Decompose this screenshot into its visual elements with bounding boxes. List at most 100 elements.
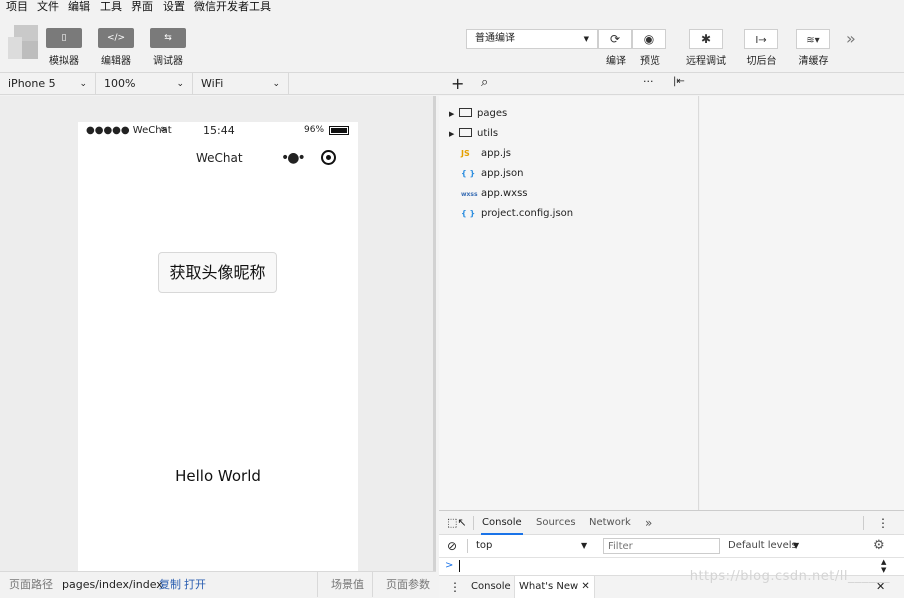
expand-arrow-icon[interactable]: ▶	[449, 125, 459, 143]
more-tabs-icon[interactable]: »	[645, 511, 652, 535]
menu-item-file[interactable]: 文件	[37, 0, 59, 14]
background-label: 切后台	[746, 56, 777, 67]
more-icon[interactable]: ···	[643, 75, 654, 88]
refresh-icon: ⟳	[609, 32, 621, 46]
divider	[467, 539, 468, 553]
simulator-toggle-button[interactable]: ▯	[46, 28, 82, 48]
caret-down-icon[interactable]: ▼	[581, 535, 587, 557]
device-select[interactable]: iPhone 5 ⌄	[0, 73, 96, 95]
network-select[interactable]: WiFi ⌄	[193, 73, 289, 95]
remote-debug-button[interactable]: ✱	[689, 29, 723, 49]
main-toolbar: ▯ 模拟器 </> 编辑器 ⇆ 调试器 普通编译 ▼ ⟳ ◉ 编译 预览 ✱ 远…	[0, 15, 904, 73]
page-path-value: pages/index/index	[62, 578, 163, 591]
close-icon[interactable]: ✕	[581, 581, 589, 592]
file-tree-item[interactable]: JS app.js	[461, 145, 511, 163]
devtools-panel: ⬚↖ Console Sources Network » ⋮ ⊘ top ▼ D…	[439, 510, 904, 598]
background-button[interactable]: I→	[744, 29, 778, 49]
file-name: utils	[477, 128, 499, 139]
add-file-icon[interactable]: +	[451, 74, 464, 93]
drawer-tab-whats-new[interactable]: What's New ✕	[514, 576, 595, 598]
menu-item-interface[interactable]: 界面	[131, 0, 153, 14]
open-path-link[interactable]: 打开	[184, 572, 206, 597]
simulator-panel: ●●●●● WeChat ≋ 15:44 96% WeChat •●• 获取头像…	[0, 96, 436, 572]
file-name: project.config.json	[481, 208, 574, 219]
json-file-icon: { }	[461, 169, 476, 178]
copy-path-link[interactable]: 复制	[159, 572, 181, 597]
editor-toggle-button[interactable]: </>	[98, 28, 134, 48]
debugger-toggle-button[interactable]: ⇆	[150, 28, 186, 48]
menu-item-edit[interactable]: 编辑	[68, 0, 90, 14]
compile-mode-select[interactable]: 普通编译 ▼	[466, 29, 598, 49]
phone-screen: ●●●●● WeChat ≋ 15:44 96% WeChat •●• 获取头像…	[78, 122, 358, 572]
text-cursor	[459, 560, 460, 572]
page-path-label: 页面路径	[9, 578, 53, 591]
menu-item-project[interactable]: 项目	[6, 0, 28, 14]
phone-icon: ▯	[61, 33, 67, 43]
console-prompt-icon: >	[445, 560, 454, 571]
file-name: app.wxss	[481, 188, 528, 199]
divider	[863, 516, 864, 530]
folder-icon	[459, 128, 472, 137]
compile-button[interactable]: ⟳	[598, 29, 632, 49]
background-icon: I→	[755, 35, 767, 46]
context-select[interactable]: top	[476, 535, 492, 557]
file-tree-item[interactable]: { } app.json	[461, 165, 523, 183]
network-value: WiFi	[201, 77, 224, 90]
drawer-tab-label: What's New	[519, 581, 579, 592]
tab-network[interactable]: Network	[589, 511, 631, 535]
console-filter-input[interactable]	[603, 538, 720, 554]
get-avatar-nickname-button[interactable]: 获取头像昵称	[158, 252, 277, 293]
tab-console[interactable]: Console	[481, 511, 523, 535]
clear-cache-label: 清缓存	[798, 56, 829, 67]
collapse-panel-icon[interactable]: |⇤	[673, 76, 685, 87]
divider	[473, 516, 474, 530]
menu-item-tools[interactable]: 工具	[100, 0, 122, 14]
avatar[interactable]	[8, 25, 40, 61]
scene-value-button[interactable]: 场景值	[331, 572, 364, 597]
drawer-menu-icon[interactable]: ⋮	[449, 576, 461, 598]
more-tools-icon[interactable]: »	[846, 29, 856, 48]
inspect-element-icon[interactable]: ⬚↖	[447, 511, 467, 535]
editor-area[interactable]	[700, 96, 904, 510]
status-bar: ●●●●● WeChat ≋ 15:44 96%	[78, 122, 358, 140]
file-tree-item[interactable]: { } project.config.json	[461, 205, 573, 223]
log-levels-select[interactable]: Default levels	[728, 535, 797, 557]
console-filter-bar: ⊘ top ▼ Default levels ▼ ⚙	[439, 535, 904, 558]
debug-icon: ⇆	[164, 33, 172, 43]
hello-text: Hello World	[175, 467, 261, 485]
file-tree-item[interactable]: ▶ pages	[449, 105, 507, 123]
chevron-down-icon: ⌄	[176, 79, 184, 89]
bug-icon: ✱	[700, 32, 712, 46]
caret-down-icon[interactable]: ▼	[793, 535, 799, 557]
zoom-select[interactable]: 100% ⌄	[96, 73, 193, 95]
folder-icon	[459, 108, 472, 117]
signal-carrier: ●●●●● WeChat	[86, 125, 172, 136]
drawer-tab-console[interactable]: Console	[471, 576, 511, 598]
wxss-file-icon: wxss	[461, 191, 478, 198]
chevron-down-icon: ⌄	[272, 79, 280, 89]
menu-item-settings[interactable]: 设置	[163, 0, 185, 14]
clear-console-icon[interactable]: ⊘	[447, 535, 457, 557]
watermark: https://blog.csdn.net/ll______	[689, 569, 890, 584]
caret-down-icon: ▼	[583, 35, 589, 43]
debugger-label: 调试器	[153, 56, 183, 67]
file-tree-item[interactable]: wxss app.wxss	[461, 185, 528, 203]
capsule-close-icon[interactable]	[321, 150, 336, 165]
capsule-menu-icon[interactable]: •●•	[281, 150, 306, 166]
remote-debug-label: 远程调试	[686, 56, 726, 67]
status-time: 15:44	[203, 124, 235, 137]
preview-button[interactable]: ◉	[632, 29, 666, 49]
file-name: app.json	[481, 168, 524, 179]
expand-arrow-icon[interactable]: ▶	[449, 105, 459, 123]
clear-cache-button[interactable]: ≋▾	[796, 29, 830, 49]
gear-icon[interactable]: ⚙	[873, 535, 885, 557]
menu-item-wechat-devtools[interactable]: 微信开发者工具	[194, 0, 271, 14]
page-path-bar: 页面路径 pages/index/index 复制 打开 场景值 页面参数	[0, 571, 436, 597]
code-icon: </>	[106, 33, 126, 43]
tab-sources[interactable]: Sources	[536, 511, 576, 535]
kebab-menu-icon[interactable]: ⋮	[877, 511, 889, 535]
page-params-button[interactable]: 页面参数	[386, 572, 430, 597]
file-tree-item[interactable]: ▶ utils	[449, 125, 498, 143]
search-icon[interactable]: ⌕	[481, 75, 488, 90]
nav-bar: WeChat •●•	[78, 146, 358, 172]
